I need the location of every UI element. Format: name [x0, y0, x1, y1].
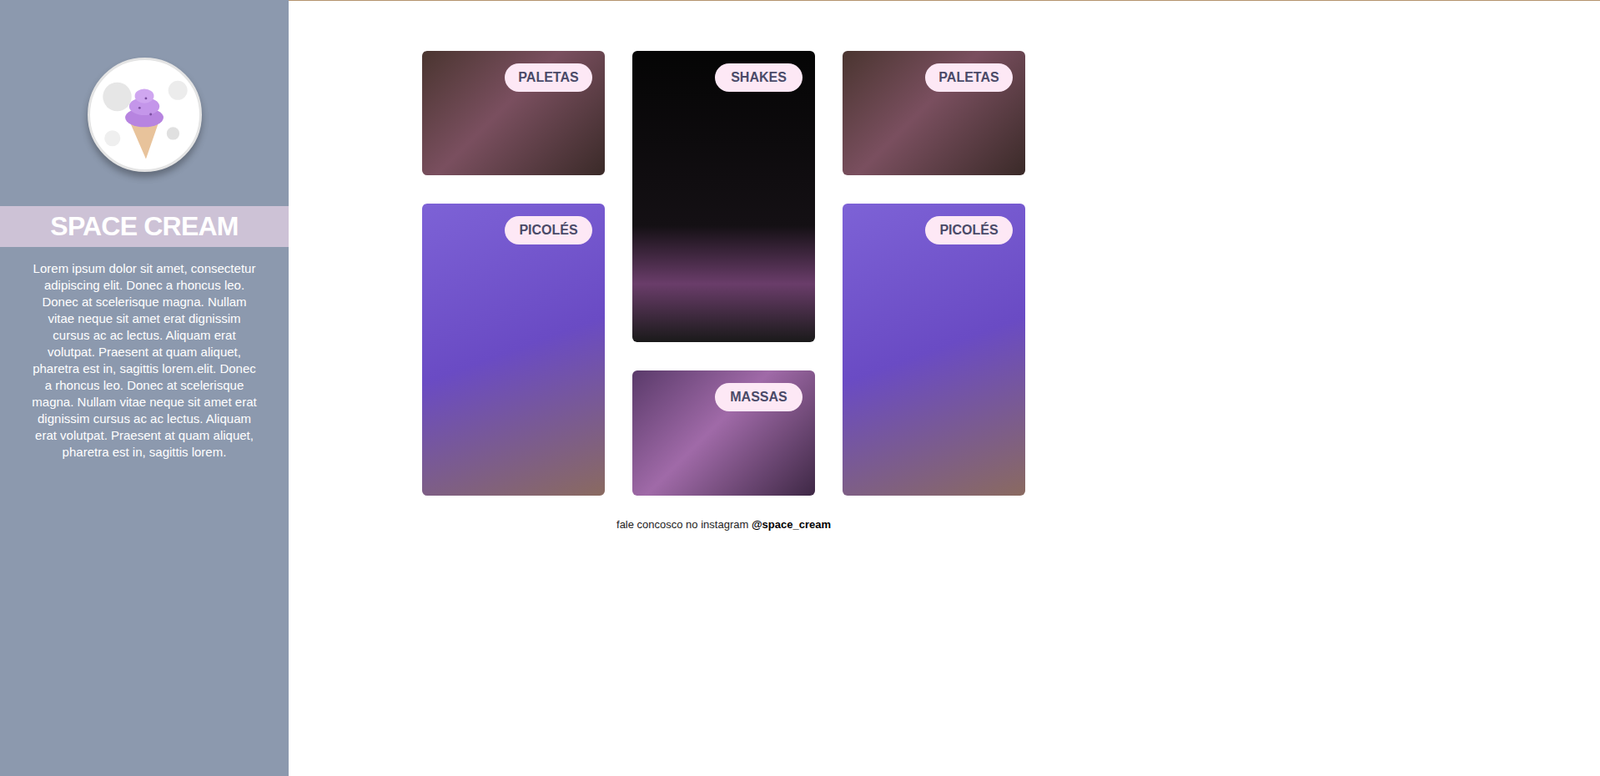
gallery-column: PALETAS PICOLÉS: [422, 50, 605, 496]
logo: [87, 57, 202, 172]
category-label: PALETAS: [925, 63, 1013, 92]
category-label: PICOLÉS: [925, 216, 1013, 245]
description: Lorem ipsum dolor sit amet, consectetur …: [0, 260, 289, 461]
footer-text: fale concosco no instagram: [616, 518, 749, 531]
sidebar: SPACE CREAM Lorem ipsum dolor sit amet, …: [0, 0, 289, 776]
title-band: SPACE CREAM: [0, 206, 289, 247]
product-card[interactable]: PICOLÉS: [422, 203, 605, 496]
instagram-link[interactable]: @space_cream: [751, 518, 831, 531]
category-label: PALETAS: [504, 63, 593, 92]
product-card[interactable]: SHAKES: [632, 50, 816, 343]
category-label: SHAKES: [714, 63, 803, 92]
product-card[interactable]: PALETAS: [422, 50, 605, 176]
main: PALETAS PICOLÉS SHAKES MASSAS PALETAS PICOLÉS…: [288, 0, 1600, 776]
gallery: PALETAS PICOLÉS SHAKES MASSAS PALETAS PICOLÉS: [422, 50, 1026, 496]
gallery-column: PALETAS PICOLÉS: [842, 50, 1026, 496]
category-label: MASSAS: [714, 382, 803, 412]
category-label: PICOLÉS: [504, 216, 593, 245]
product-card[interactable]: PICOLÉS: [842, 203, 1026, 496]
footer: fale concosco no instagram @space_cream: [616, 516, 831, 534]
site-title: SPACE CREAM: [50, 211, 238, 242]
product-card[interactable]: MASSAS: [632, 370, 816, 496]
product-card[interactable]: PALETAS: [842, 50, 1026, 176]
gallery-column: SHAKES MASSAS: [632, 50, 816, 496]
ice-cream-icon: [90, 57, 200, 172]
